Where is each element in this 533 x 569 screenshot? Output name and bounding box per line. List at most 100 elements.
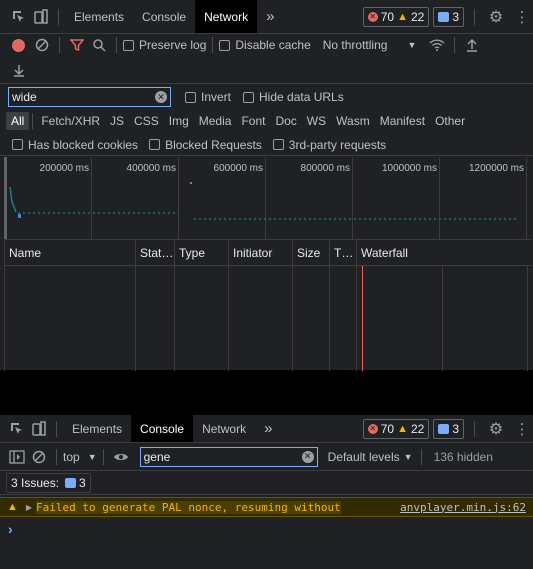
type-ws[interactable]: WS: [302, 112, 331, 130]
console-prompt[interactable]: ›: [0, 519, 533, 539]
divider: [116, 37, 117, 53]
more-options-icon[interactable]: ⋮: [511, 6, 533, 28]
divider: [474, 8, 475, 25]
console-filter-value: gene: [143, 449, 171, 464]
blocked-cookies-checkbox[interactable]: Has blocked cookies: [12, 138, 138, 152]
column-header-time[interactable]: T…: [330, 240, 357, 266]
preserve-log-label: Preserve log: [139, 38, 207, 52]
tab-console[interactable]: Console: [133, 0, 195, 33]
drawer-tab-console[interactable]: Console: [131, 415, 194, 442]
hide-data-urls-checkbox[interactable]: Hide data URLs: [243, 90, 344, 104]
type-wasm[interactable]: Wasm: [331, 112, 375, 130]
warning-icon: ▲: [7, 501, 18, 513]
context-value: top: [63, 449, 80, 464]
preserve-log-checkbox[interactable]: Preserve log: [123, 38, 206, 52]
network-conditions-icon[interactable]: [426, 34, 448, 56]
column-header-initiator[interactable]: Initiator: [229, 240, 293, 266]
clear-console-icon[interactable]: [28, 446, 50, 468]
status-badges: ✕ 70 ▲ 22 3 ⚙ ⋮: [362, 6, 533, 28]
inspect-element-icon[interactable]: [8, 6, 30, 28]
resource-type-filters: All Fetch/XHR JS CSS Img Media Font Doc …: [0, 110, 533, 132]
console-warning-message[interactable]: ▲ ▶ Failed to generate PAL nonce, resumi…: [0, 497, 533, 517]
type-js[interactable]: JS: [105, 112, 129, 130]
type-all[interactable]: All: [6, 112, 30, 130]
issues-badge[interactable]: 3 Issues: 3: [6, 472, 91, 493]
type-manifest[interactable]: Manifest: [375, 112, 430, 130]
filter-value: wide: [12, 90, 37, 104]
drawer-tab-network[interactable]: Network: [193, 415, 255, 442]
column-divider: [292, 266, 293, 371]
clear-filter-icon[interactable]: ✕: [301, 450, 314, 463]
divider: [59, 37, 60, 53]
messages-badge[interactable]: 3: [433, 6, 464, 27]
log-levels-select[interactable]: Default levels ▼: [328, 450, 413, 464]
messages-badge[interactable]: 3: [433, 418, 464, 439]
device-toolbar-icon[interactable]: [30, 6, 52, 28]
import-har-icon[interactable]: [461, 34, 483, 56]
record-icon[interactable]: [12, 38, 25, 52]
type-other[interactable]: Other: [430, 112, 470, 130]
live-expression-eye-icon[interactable]: [110, 446, 132, 468]
hide-data-urls-label: Hide data URLs: [259, 90, 344, 104]
type-font[interactable]: Font: [236, 112, 270, 130]
search-icon[interactable]: [88, 34, 110, 56]
third-party-label: 3rd-party requests: [288, 137, 387, 152]
type-img[interactable]: Img: [164, 112, 194, 130]
error-warning-badge[interactable]: ✕ 70 ▲ 22: [362, 6, 430, 27]
type-css[interactable]: CSS: [129, 112, 164, 130]
tab-network[interactable]: Network: [195, 0, 258, 33]
column-header-type[interactable]: Type: [175, 240, 229, 266]
error-warning-badge[interactable]: ✕ 70 ▲ 22: [362, 418, 430, 439]
warning-icon: ▲: [397, 10, 408, 23]
console-drawer: Elements Console Network » ✕ 70 ▲ 22 3 ⚙…: [0, 415, 533, 569]
more-tabs-icon[interactable]: »: [257, 0, 283, 33]
waterfall-load-marker: [362, 266, 363, 371]
export-har-icon[interactable]: [12, 59, 26, 81]
settings-gear-icon[interactable]: ⚙: [485, 6, 507, 28]
type-fetch-xhr[interactable]: Fetch/XHR: [36, 112, 105, 130]
column-divider: [356, 266, 357, 371]
context-select[interactable]: top ▼: [63, 450, 97, 464]
throttling-value: No throttling: [322, 38, 388, 52]
warning-source-link[interactable]: anvplayer.min.js:62: [400, 501, 526, 514]
divider: [102, 448, 104, 465]
inspect-element-icon[interactable]: [6, 418, 28, 440]
console-filter-input[interactable]: gene ✕: [139, 446, 318, 467]
filter-input[interactable]: wide ✕: [8, 87, 171, 107]
console-toolbar: top ▼ gene ✕ Default levels ▼ 136 hidden: [0, 443, 533, 471]
filter-icon[interactable]: [66, 34, 88, 56]
type-media[interactable]: Media: [194, 112, 237, 130]
divider: [56, 420, 57, 437]
device-toolbar-icon[interactable]: [28, 418, 50, 440]
settings-gear-icon[interactable]: ⚙: [485, 418, 507, 440]
request-table: Name Stat… Type Initiator Size T… Waterf…: [4, 239, 532, 371]
divider: [474, 420, 475, 437]
type-doc[interactable]: Doc: [270, 112, 301, 130]
expand-arrow-icon[interactable]: ▶: [26, 503, 32, 512]
drawer-tab-elements[interactable]: Elements: [63, 415, 131, 442]
clear-filter-icon[interactable]: ✕: [155, 91, 167, 103]
divider: [58, 8, 59, 25]
issues-label: 3 Issues:: [11, 475, 60, 490]
checkbox-icon: [12, 139, 23, 150]
message-icon: [438, 423, 450, 434]
divider: [56, 448, 57, 465]
dropdown-arrow-icon: ▼: [87, 451, 97, 462]
column-header-size[interactable]: Size: [293, 240, 330, 266]
third-party-checkbox[interactable]: 3rd-party requests: [272, 137, 387, 152]
hidden-count: 136 hidden: [433, 449, 493, 464]
blocked-requests-checkbox[interactable]: Blocked Requests: [149, 138, 262, 152]
more-options-icon[interactable]: ⋮: [511, 418, 533, 440]
column-header-status[interactable]: Stat…: [136, 240, 175, 266]
more-tabs-icon[interactable]: »: [255, 415, 281, 442]
timeline-overview[interactable]: 200000 ms 400000 ms 600000 ms 800000 ms …: [4, 157, 533, 239]
column-header-waterfall[interactable]: Waterfall: [357, 240, 532, 266]
filter-row: wide ✕ Invert Hide data URLs: [0, 86, 533, 108]
disable-cache-checkbox[interactable]: Disable cache: [219, 38, 311, 52]
invert-checkbox[interactable]: Invert: [185, 90, 231, 104]
tab-elements[interactable]: Elements: [65, 0, 133, 33]
clear-icon[interactable]: [31, 34, 53, 56]
sidebar-toggle-icon[interactable]: [6, 446, 28, 468]
throttling-select[interactable]: No throttling ▼: [323, 38, 417, 52]
column-header-name[interactable]: Name: [5, 240, 136, 266]
